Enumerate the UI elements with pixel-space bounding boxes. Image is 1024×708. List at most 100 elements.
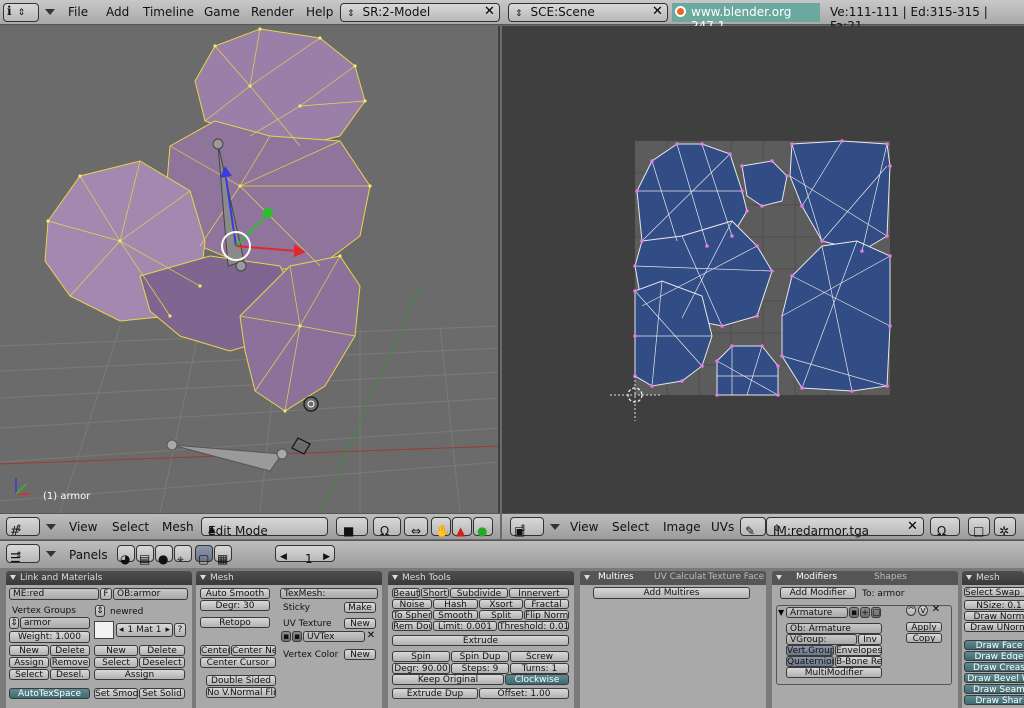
draw-bevel-toggle[interactable]: Draw Bevel W [964, 673, 1024, 683]
short-toggle[interactable]: Short [421, 588, 449, 598]
menu-add[interactable]: Add [106, 5, 129, 19]
editing-context-button[interactable]: ▢ [195, 545, 213, 566]
uv-editor-viewport[interactable] [502, 26, 1024, 513]
vgroup-deselect-button[interactable]: Desel. [50, 669, 90, 680]
spin-steps-field[interactable]: Steps: 9 [451, 663, 509, 674]
tab-modifiers[interactable]: Modifiers [796, 572, 837, 582]
scene-context-button[interactable]: ▦ [214, 545, 232, 566]
link-materials-panel-header[interactable]: Link and Materials [6, 571, 192, 585]
split-button[interactable]: Split [479, 610, 523, 620]
retopo-toggle[interactable]: Retopo [200, 617, 270, 628]
uv-pivot-selector[interactable]: Ω [930, 517, 960, 538]
apply-modifier-button[interactable]: Apply [906, 622, 942, 632]
uv-snap-toggle[interactable]: ✲ [994, 517, 1016, 538]
keep-original-toggle[interactable]: Keep Original [392, 674, 504, 685]
proportional-toggle[interactable]: ▲ [452, 517, 472, 538]
subdivide-button[interactable]: Subdivide [450, 588, 508, 598]
material-deselect-button[interactable]: Deselect [139, 657, 185, 668]
uvtex-render-toggle[interactable]: ▪ [292, 631, 302, 642]
close-image-icon[interactable]: ✕ [904, 518, 921, 536]
vgroup-new-button[interactable]: New [9, 645, 49, 656]
vgroup-remove-button[interactable]: Remove [50, 657, 90, 668]
menu-render[interactable]: Render [251, 5, 294, 19]
3d-view-type-button[interactable]: # ⇕ [6, 517, 40, 538]
set-solid-button[interactable]: Set Solid [139, 688, 185, 699]
material-color-swatch[interactable] [94, 621, 114, 639]
uv-texture-new-button[interactable]: New [344, 618, 376, 629]
uv-menu-uvs[interactable]: UVs [711, 520, 734, 534]
screen-selector[interactable]: ⇕ SR:2-Model [340, 3, 500, 22]
modifier-realtime-toggle[interactable]: + [860, 607, 870, 618]
uvtex-delete-icon[interactable]: ✕ [365, 630, 377, 642]
uv-islands[interactable] [634, 140, 891, 396]
xsort-button[interactable]: Xsort [479, 599, 523, 609]
autotexspace-toggle[interactable]: AutoTexSpace [9, 688, 90, 699]
limit-field[interactable]: Limit: 0.001 [433, 621, 497, 631]
material-assign-button[interactable]: Assign [94, 669, 185, 680]
auto-smooth-degr-field[interactable]: Degr: 30 [200, 600, 270, 611]
texmesh-field[interactable]: TexMesh: [280, 588, 378, 599]
menu-timeline[interactable]: Timeline [143, 5, 194, 19]
spin-dup-button[interactable]: Spin Dup [451, 651, 509, 662]
mesh-tools-more-panel-header[interactable]: Mesh Tools [962, 571, 1024, 597]
draw-normals-toggle[interactable]: Draw Norm [964, 611, 1024, 621]
material-new-button[interactable]: New [94, 645, 138, 656]
vertex-color-new-button[interactable]: New [344, 649, 376, 660]
menu-select[interactable]: Select [112, 520, 149, 534]
material-menu-button[interactable]: ⇕ [95, 605, 105, 617]
draw-creases-toggle[interactable]: Draw Creas [964, 662, 1024, 672]
mesh-tools-panel-header[interactable]: Mesh Tools [388, 571, 574, 585]
snap-toggle[interactable]: ● [473, 517, 493, 538]
extrude-button[interactable]: Extrude [392, 635, 569, 646]
draw-sharp-toggle[interactable]: Draw Shar [964, 695, 1024, 705]
script-context-button[interactable]: ▤ [136, 545, 154, 566]
uv-window-type-button[interactable]: ▣ ⇕ [510, 517, 544, 538]
hand-toggle[interactable]: ✋ [431, 517, 451, 538]
uvtex-active-toggle[interactable]: ▪ [281, 631, 291, 642]
fractal-button[interactable]: Fractal [524, 599, 569, 609]
menu-mesh[interactable]: Mesh [162, 520, 194, 534]
sticky-make-button[interactable]: Make [344, 602, 376, 613]
mesh-panel-header[interactable]: Mesh [196, 571, 382, 585]
uv-menu-view[interactable]: View [570, 520, 598, 534]
no-vnormal-flip-toggle[interactable]: No V.Normal Flip [206, 687, 276, 698]
center-button[interactable]: Center [200, 645, 230, 656]
modifier-name-field[interactable]: Armature [786, 607, 848, 618]
shading-context-button[interactable]: ● [155, 545, 173, 566]
draw-type-selector[interactable]: ■ [336, 517, 368, 538]
double-sided-toggle[interactable]: Double Sided [206, 675, 276, 686]
vgroup-name-field[interactable]: armor [20, 617, 90, 629]
tab-shapes[interactable]: Shapes [874, 572, 907, 582]
turns-field[interactable]: Turns: 1 [510, 663, 569, 674]
image-selector[interactable]: ⇕ IM:redarmor.tga [766, 517, 924, 538]
uv-sync-toggle[interactable]: □ [968, 517, 990, 538]
vert-group-toggle[interactable]: Vert.Group [786, 645, 834, 656]
armor-mesh[interactable] [44, 27, 372, 413]
object-name-field[interactable]: OB:armor [113, 588, 188, 600]
weight-field[interactable]: Weight: 1.000 [9, 631, 90, 643]
collapse-header-icon[interactable] [46, 551, 56, 557]
vgroup-delete-button[interactable]: Delete [50, 645, 90, 656]
tab-multires[interactable]: Multires [598, 572, 634, 582]
set-smooth-button[interactable]: Set Smoot [94, 688, 138, 699]
menu-game[interactable]: Game [204, 5, 240, 19]
modifier-editmode-toggle[interactable]: ▢ [871, 607, 881, 618]
quaternion-toggle[interactable]: Quaternion [786, 656, 834, 667]
auto-smooth-toggle[interactable]: Auto Smooth [200, 588, 270, 599]
armature-object-field[interactable]: Ob: Armature [786, 623, 882, 634]
vgroup-menu-button[interactable]: ⇕ [9, 617, 19, 629]
blender-url-badge[interactable]: www.blender.org 247.1 [672, 3, 820, 33]
frame-number-field[interactable]: ◀ 1 ▶ [275, 545, 335, 566]
add-multires-button[interactable]: Add Multires [593, 587, 750, 599]
uvtex-name-field[interactable]: UVTex [303, 631, 365, 642]
spin-button[interactable]: Spin [392, 651, 450, 662]
vgroup-assign-button[interactable]: Assign [9, 657, 49, 668]
material-select-button[interactable]: Select [94, 657, 138, 668]
collapse-header-icon[interactable] [46, 524, 56, 530]
manipulator-selector[interactable]: ⇔ [404, 517, 428, 538]
uv-menu-image[interactable]: Image [663, 520, 701, 534]
3d-scene[interactable] [0, 26, 500, 513]
pin-toggle[interactable]: ✎ [740, 517, 766, 538]
remove-modifier-icon[interactable]: ✕ [930, 604, 942, 616]
menu-help[interactable]: Help [306, 5, 333, 19]
